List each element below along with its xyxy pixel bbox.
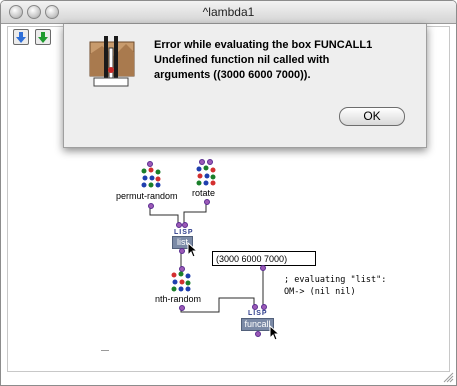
nth-random-label: nth-random (155, 294, 202, 304)
input-outlet[interactable] (260, 265, 266, 271)
comment-line-2: OM-> (nil nil) (284, 287, 356, 297)
permut-random-icon[interactable] (140, 167, 162, 189)
list-value-input[interactable]: (3000 6000 7000) (212, 251, 316, 266)
error-message: Error while evaluating the box FUNCALL1 … (154, 39, 373, 81)
list-lisp-tag: LISP (174, 229, 194, 236)
nth-random-icon[interactable] (170, 271, 192, 293)
permut-random-label: permut-random (116, 191, 178, 201)
openmusic-app-icon (89, 36, 135, 87)
permut-random-inlet[interactable] (147, 161, 153, 167)
patch-window: ^lambda1 permut-random rotate LISP list … (0, 0, 457, 386)
permut-random-outlet[interactable] (148, 203, 154, 209)
scroll-mark (101, 350, 109, 351)
funcall-outlet[interactable] (255, 331, 261, 337)
rotate-label: rotate (192, 188, 216, 198)
evaluation-comment: ; evaluating "list": OM-> (nil nil) (284, 274, 386, 298)
nth-random-outlet[interactable] (179, 305, 185, 311)
mouse-pointer-icon (187, 242, 199, 258)
list-outlet[interactable] (179, 248, 185, 254)
rotate-icon[interactable] (195, 165, 217, 187)
rotate-outlet[interactable] (204, 199, 210, 205)
funcall-lisp-tag: LISP (248, 310, 268, 317)
ok-button[interactable]: OK (339, 107, 405, 126)
mouse-pointer-icon (269, 325, 281, 341)
comment-line-1: ; evaluating "list": (284, 275, 387, 285)
error-alert-sheet: Error while evaluating the box FUNCALL1 … (63, 24, 427, 148)
resize-grip-icon[interactable] (443, 372, 454, 383)
list-inlet[interactable] (182, 222, 188, 228)
